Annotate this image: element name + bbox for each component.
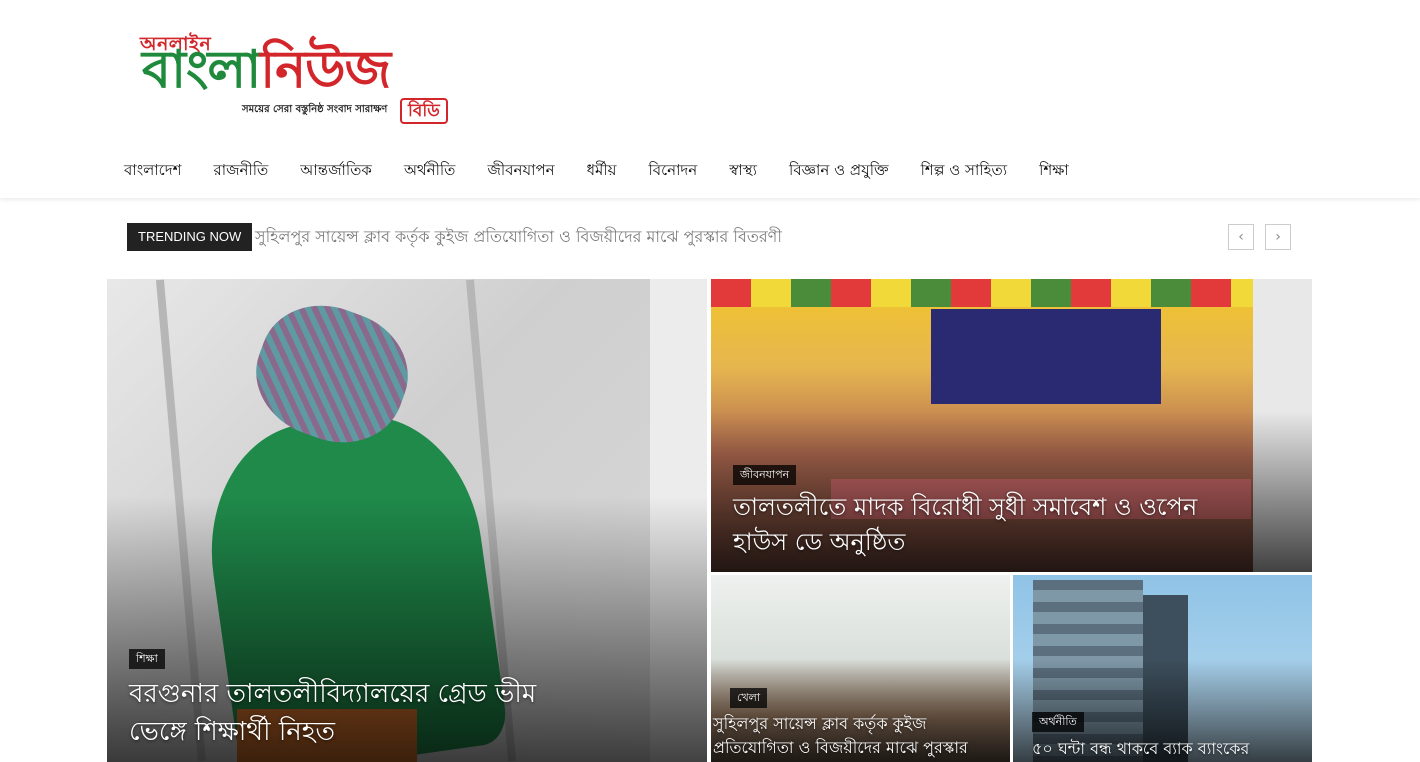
trending-bar: TRENDING NOW সুহিলপুর সায়েন্স ক্লাব কর্… bbox=[127, 222, 1293, 252]
chevron-right-icon[interactable]: › bbox=[1265, 224, 1291, 250]
nav-item-science-tech[interactable]: বিজ্ঞান ও প্রযুক্তি bbox=[773, 150, 905, 190]
card-title[interactable]: তালতলীতে মাদক বিরোধী সুধী সমাবেশ ও ওপেন … bbox=[733, 490, 1233, 560]
trending-label: TRENDING NOW bbox=[127, 223, 253, 251]
nav-item-bangladesh[interactable]: বাংলাদেশ bbox=[108, 150, 197, 190]
site-logo[interactable]: অনলাইন বাংলানিউজ সময়ের সেরা বস্তুনিষ্ঠ … bbox=[138, 30, 468, 130]
nav-item-international[interactable]: আন্তর্জাতিক bbox=[284, 150, 388, 190]
featured-card-small-right[interactable]: অর্থনীতি ৫০ ঘন্টা বন্ধ থাকবে ব্যাক ব্যাং… bbox=[1013, 575, 1312, 762]
logo-tagline: সময়ের সেরা বস্তুনিষ্ঠ সংবাদ সারাক্ষণ bbox=[242, 104, 388, 115]
site-header: অনলাইন বাংলানিউজ সময়ের সেরা বস্তুনিষ্ঠ … bbox=[0, 0, 1420, 198]
logo-green-text: বাংলা bbox=[142, 39, 261, 100]
logo-red-text: নিউজ bbox=[260, 39, 391, 100]
card-category-badge[interactable]: খেলা bbox=[730, 688, 768, 708]
card-title[interactable]: সুহিলপুর সায়েন্স ক্লাব কর্তৃক কুইজ প্রত… bbox=[713, 712, 1003, 760]
nav-item-health[interactable]: স্বাস্থ্য bbox=[713, 150, 773, 190]
main-navigation: বাংলাদেশ রাজনীতি আন্তর্জাতিক অর্থনীতি জী… bbox=[108, 150, 1085, 190]
card-category-badge[interactable]: জীবনযাপন bbox=[733, 465, 797, 485]
featured-card-small-left[interactable]: খেলা সুহিলপুর সায়েন্স ক্লাব কর্তৃক কুইজ… bbox=[711, 575, 1010, 762]
logo-badge: বিডি bbox=[400, 98, 448, 124]
nav-item-art-literature[interactable]: শিল্প ও সাহিত্য bbox=[905, 150, 1024, 190]
nav-item-lifestyle[interactable]: জীবনযাপন bbox=[471, 150, 570, 190]
nav-item-economy[interactable]: অর্থনীতি bbox=[388, 150, 472, 190]
card-category-badge[interactable]: শিক্ষা bbox=[129, 649, 165, 669]
chevron-left-icon[interactable]: ‹ bbox=[1228, 224, 1254, 250]
nav-item-education[interactable]: শিক্ষা bbox=[1023, 150, 1085, 190]
trending-headline-link[interactable]: সুহিলপুর সায়েন্স ক্লাব কর্তৃক কুইজ প্রত… bbox=[255, 222, 782, 252]
nav-item-entertainment[interactable]: বিনোদন bbox=[632, 150, 713, 190]
nav-item-politics[interactable]: রাজনীতি bbox=[197, 150, 284, 190]
nav-item-religion[interactable]: ধর্মীয় bbox=[571, 150, 633, 190]
featured-card-top-right[interactable]: জীবনযাপন তালতলীতে মাদক বিরোধী সুধী সমাবে… bbox=[711, 279, 1312, 572]
card-title[interactable]: বরগুনার তালতলীবিদ্যালয়ের গ্রেড ভীম ভেঙ্… bbox=[129, 675, 599, 751]
card-title[interactable]: ৫০ ঘন্টা বন্ধ থাকবে ব্যাক ব্যাংকের bbox=[1032, 737, 1302, 761]
card-category-badge[interactable]: অর্থনীতি bbox=[1032, 712, 1084, 732]
featured-card-large[interactable]: শিক্ষা বরগুনার তালতলীবিদ্যালয়ের গ্রেড ভ… bbox=[107, 279, 707, 762]
logo-main-text: বাংলানিউজ bbox=[142, 44, 391, 96]
